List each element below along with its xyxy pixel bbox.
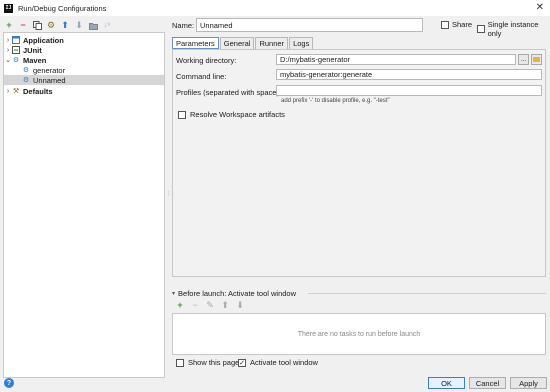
help-icon[interactable]: ? <box>4 378 14 388</box>
cancel-button[interactable]: Cancel <box>469 377 506 389</box>
folder-icon <box>533 57 540 62</box>
collapse-triangle-icon[interactable]: ▾ <box>172 290 175 297</box>
remove-icon[interactable]: − <box>18 21 28 31</box>
resolve-workspace-label: Resolve Workspace artifacts <box>190 110 285 119</box>
resolve-workspace-checkbox-box[interactable] <box>178 110 186 119</box>
activate-tool-window-checkbox[interactable]: ✓ Activate tool window <box>238 358 318 367</box>
show-this-page-checkbox-box[interactable] <box>176 358 184 367</box>
activate-tool-window-label: Activate tool window <box>250 358 318 367</box>
profiles-label: Profiles (separated with space): <box>176 88 282 97</box>
tab-logs[interactable]: Logs <box>289 37 314 49</box>
apply-button[interactable]: Apply <box>510 377 547 389</box>
checkmark-icon: ✓ <box>239 359 245 367</box>
before-launch-toolbar: + − ✎ ⬆ ⬇ <box>175 300 245 310</box>
defaults-icon: ⚒ <box>12 88 20 95</box>
config-tabs: Parameters General Runner Logs <box>172 37 314 49</box>
working-directory-label: Working directory: <box>176 56 237 65</box>
tab-runner[interactable]: Runner <box>255 37 289 49</box>
single-instance-checkbox-box[interactable] <box>477 25 485 33</box>
empty-tasks-text: There are no tasks to run before launch <box>297 330 421 338</box>
share-label: Share <box>452 20 473 29</box>
chevron-right-icon[interactable]: › <box>4 47 12 54</box>
tree-item-maven[interactable]: ⌄ ⚙ Maven <box>4 55 164 65</box>
before-launch-header[interactable]: ▾ Before launch: Activate tool window <box>172 289 296 298</box>
tab-parameters[interactable]: Parameters <box>172 37 219 49</box>
sort-icon[interactable]: ↓⁹ <box>102 21 112 31</box>
gear-icon: ⚙ <box>22 67 30 74</box>
single-instance-label: Single instance only <box>487 20 539 38</box>
title-bar: IJ Run/Debug Configurations ✕ <box>0 0 550 16</box>
chevron-down-icon[interactable]: ⌄ <box>4 56 12 64</box>
tree-item-generator[interactable]: ⚙ generator <box>4 65 164 75</box>
add-icon[interactable]: + <box>175 300 185 310</box>
tree-item-label: generator <box>33 65 66 75</box>
tree-item-label: Maven <box>23 55 47 65</box>
before-launch-task-list: There are no tasks to run before launch <box>172 313 546 355</box>
tree-item-defaults[interactable]: › ⚒ Defaults <box>4 86 164 96</box>
tree-item-label: Application <box>23 35 64 45</box>
tree-item-label: JUnit <box>23 45 42 55</box>
command-line-label: Command line: <box>176 72 227 81</box>
profiles-hint: add prefix '-' to disable profile, e.g. … <box>281 98 390 104</box>
move-down-icon[interactable]: ⬇ <box>235 300 245 310</box>
before-launch-divider <box>308 293 546 294</box>
ok-button[interactable]: OK <box>428 377 465 389</box>
share-checkbox[interactable]: Share <box>441 20 472 29</box>
resolve-workspace-checkbox[interactable]: Resolve Workspace artifacts <box>178 110 285 119</box>
add-icon[interactable]: + <box>4 21 14 31</box>
before-launch-title: Before launch: Activate tool window <box>178 289 297 298</box>
share-checkbox-box[interactable] <box>441 20 449 29</box>
show-this-page-checkbox[interactable]: Show this page <box>176 358 239 367</box>
move-up-icon[interactable]: ⬆ <box>220 300 230 310</box>
working-directory-input[interactable]: D:/mybatis-generator <box>276 54 516 65</box>
chevron-right-icon[interactable]: › <box>4 88 12 95</box>
application-icon <box>12 36 20 44</box>
browse-button[interactable]: ... <box>518 54 529 65</box>
folder-icon[interactable] <box>88 21 98 31</box>
app-logo-icon: IJ <box>4 3 13 13</box>
move-up-icon[interactable]: ⬆ <box>60 21 70 31</box>
single-instance-checkbox[interactable]: Single instance only <box>477 20 550 38</box>
parameters-panel <box>172 49 546 277</box>
tree-item-unnamed[interactable]: ⚙ Unnamed <box>4 75 164 85</box>
chevron-right-icon[interactable]: › <box>4 37 12 44</box>
maven-icon: ⚙ <box>12 57 20 64</box>
remove-icon[interactable]: − <box>190 300 200 310</box>
configurations-toolbar: + − ⚙ ⬆ ⬇ ↓⁹ <box>4 19 164 32</box>
tree-item-junit[interactable]: › JUnit <box>4 45 164 55</box>
configurations-tree: › Application › JUnit ⌄ ⚙ Maven ⚙ genera… <box>3 32 165 378</box>
junit-icon <box>12 46 20 54</box>
gear-icon: ⚙ <box>22 77 30 84</box>
close-icon[interactable]: ✕ <box>536 2 544 13</box>
name-input[interactable]: Unnamed <box>196 18 423 32</box>
settings-icon[interactable]: ⚙ <box>46 21 56 31</box>
folder-browse-button[interactable] <box>531 54 542 65</box>
tree-item-application[interactable]: › Application <box>4 35 164 45</box>
profiles-input[interactable] <box>276 85 542 96</box>
command-line-input[interactable]: mybatis-generator:generate <box>276 69 542 80</box>
tree-item-label: Defaults <box>23 86 53 96</box>
copy-icon[interactable] <box>32 21 42 31</box>
tree-item-label: Unnamed <box>33 75 66 85</box>
splitter-handle[interactable]: ⋮ <box>166 190 172 200</box>
name-label: Name: <box>172 21 195 30</box>
show-this-page-label: Show this page <box>188 358 240 367</box>
window-title: Run/Debug Configurations <box>18 3 107 13</box>
tab-general[interactable]: General <box>219 37 255 49</box>
edit-icon[interactable]: ✎ <box>205 300 215 310</box>
activate-tool-window-checkbox-box[interactable]: ✓ <box>238 358 246 367</box>
move-down-icon[interactable]: ⬇ <box>74 21 84 31</box>
